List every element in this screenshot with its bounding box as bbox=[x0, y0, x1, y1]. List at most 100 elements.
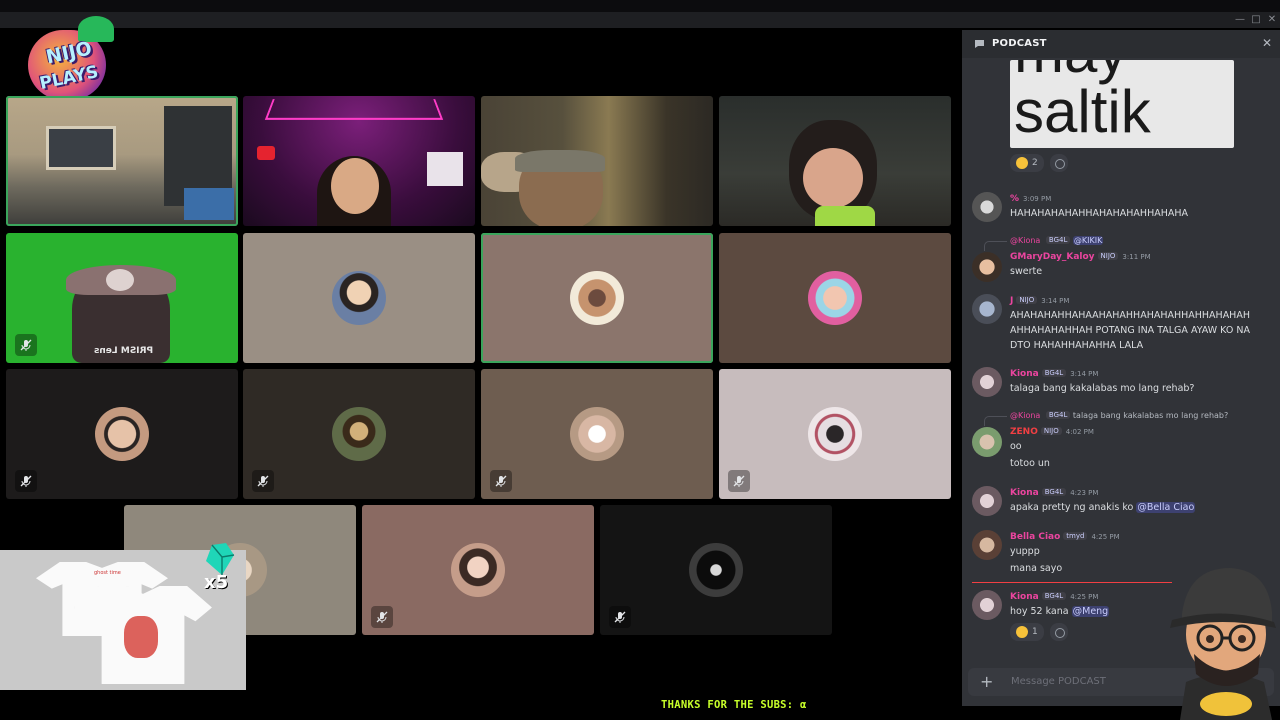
author-name[interactable]: ZENO bbox=[1010, 427, 1038, 437]
timestamp: 4:23 PM bbox=[1070, 489, 1099, 497]
stream-canvas: — □ ✕ NIJO PLAYS PRISM Lens ghost time x… bbox=[0, 0, 1280, 720]
avatar[interactable] bbox=[972, 427, 1002, 457]
role-tag: NIJO bbox=[1016, 296, 1038, 304]
composer-placeholder[interactable]: Message PODCAST bbox=[1011, 676, 1106, 687]
author-name[interactable]: % bbox=[1010, 194, 1019, 204]
role-tag: NIJO bbox=[1040, 427, 1062, 435]
user-mention[interactable]: @Bella Ciao bbox=[1136, 502, 1196, 513]
user-avatar bbox=[332, 407, 386, 461]
user-avatar bbox=[95, 407, 149, 461]
user-avatar bbox=[332, 271, 386, 325]
user-avatar bbox=[808, 271, 862, 325]
streamer-mascot bbox=[1168, 562, 1280, 720]
message-header: Kiona BG4L 4:23 PM bbox=[1010, 488, 1098, 500]
video-tile[interactable] bbox=[600, 505, 832, 635]
role-tag: NIJO bbox=[1097, 252, 1119, 260]
reply-text: @KIKIK bbox=[1072, 236, 1104, 245]
add-attachment-icon[interactable]: + bbox=[980, 672, 993, 691]
user-mention[interactable]: @Meng bbox=[1071, 606, 1110, 617]
video-tile[interactable] bbox=[243, 369, 475, 499]
video-tile[interactable]: PRISM Lens bbox=[6, 233, 238, 363]
titlebar-strip bbox=[0, 12, 1280, 28]
video-tile[interactable] bbox=[243, 96, 475, 226]
video-tile[interactable] bbox=[719, 233, 951, 363]
avatar[interactable] bbox=[972, 530, 1002, 560]
message-header: GMaryDay_Kaloy NIJO 3:11 PM bbox=[1010, 252, 1151, 264]
message-text: yuppp bbox=[1010, 546, 1040, 557]
reply-text: talaga bang kakalabas mo lang rehab? bbox=[1072, 411, 1229, 420]
author-name[interactable]: GMaryDay_Kaloy bbox=[1010, 252, 1095, 262]
muted-mic-icon bbox=[15, 470, 37, 492]
user-avatar bbox=[689, 543, 743, 597]
video-tile[interactable] bbox=[481, 96, 713, 226]
author-name[interactable]: Bella Ciao bbox=[1010, 532, 1060, 542]
timestamp: 4:25 PM bbox=[1070, 593, 1099, 601]
role-tag: BG4L bbox=[1041, 488, 1067, 496]
neon-light bbox=[264, 99, 444, 120]
room-monitor bbox=[184, 188, 234, 220]
user-avatar bbox=[570, 271, 624, 325]
image-text: saltik bbox=[1014, 78, 1151, 145]
reply-role-tag: BG4L bbox=[1045, 411, 1071, 419]
message-header: J NIJO 3:14 PM bbox=[1010, 296, 1069, 308]
video-tile[interactable] bbox=[362, 505, 594, 635]
reaction-chip[interactable]: 1 bbox=[1010, 623, 1044, 641]
avatar[interactable] bbox=[972, 486, 1002, 516]
author-name[interactable]: J bbox=[1010, 296, 1013, 306]
message-text: AHAHAHAHHAHAAHAHAHHAHAHAHHAHHAHAHAH bbox=[1010, 310, 1250, 321]
message-text: apaka pretty ng anakis ko @Bella Ciao bbox=[1010, 500, 1260, 515]
tshirt-brand-text: ghost time bbox=[94, 570, 121, 576]
video-tile[interactable] bbox=[6, 369, 238, 499]
avatar[interactable] bbox=[972, 590, 1002, 620]
reaction-chip[interactable]: 2 bbox=[1010, 154, 1044, 172]
chat-header: PODCAST ✕ bbox=[962, 30, 1280, 58]
role-tag: tmyd bbox=[1063, 532, 1088, 540]
avatar[interactable] bbox=[972, 192, 1002, 222]
close-icon[interactable]: ✕ bbox=[1262, 36, 1272, 50]
multiplier-label: x5 bbox=[204, 572, 229, 593]
reaction-count: 1 bbox=[1032, 627, 1038, 637]
video-tile[interactable] bbox=[243, 233, 475, 363]
person-face bbox=[803, 148, 863, 208]
close-window-icon[interactable]: ✕ bbox=[1265, 13, 1279, 27]
room-shelf bbox=[427, 152, 463, 186]
youtube-icon bbox=[257, 146, 275, 160]
video-tile[interactable] bbox=[6, 96, 238, 226]
reply-preview[interactable]: @Kiona BG4L talaga bang kakalabas mo lan… bbox=[983, 411, 1229, 426]
video-tile[interactable] bbox=[481, 369, 713, 499]
thread-icon bbox=[975, 40, 984, 48]
maximize-icon[interactable]: □ bbox=[1249, 13, 1263, 27]
video-tile[interactable] bbox=[719, 96, 951, 226]
reaction-count: 2 bbox=[1032, 158, 1038, 168]
author-name[interactable]: Kiona bbox=[1010, 592, 1039, 602]
video-tile[interactable] bbox=[719, 369, 951, 499]
author-name[interactable]: Kiona bbox=[1010, 488, 1039, 498]
message-text: DTO HAHAHHAHAHHA LALA bbox=[1010, 340, 1144, 351]
muted-mic-icon bbox=[609, 606, 631, 628]
reply-preview[interactable]: @Kiona BG4L @KIKIK bbox=[983, 236, 1104, 251]
message-text: oo bbox=[1010, 441, 1022, 452]
avatar[interactable] bbox=[972, 367, 1002, 397]
channel-logo: NIJO PLAYS bbox=[20, 16, 116, 106]
user-avatar bbox=[570, 407, 624, 461]
video-tile[interactable] bbox=[481, 233, 713, 363]
avatar[interactable] bbox=[972, 294, 1002, 324]
image-attachment[interactable]: may saltik bbox=[1010, 60, 1234, 148]
message-header: Kiona BG4L 3:14 PM bbox=[1010, 369, 1098, 381]
message-text: talaga bang kakalabas mo lang rehab? bbox=[1010, 383, 1195, 394]
muted-mic-icon bbox=[371, 606, 393, 628]
reply-author: @Kiona bbox=[1010, 236, 1041, 245]
message-body: hoy 52 kana bbox=[1010, 606, 1069, 617]
author-name[interactable]: Kiona bbox=[1010, 369, 1039, 379]
person-face bbox=[331, 158, 379, 214]
message-header: % 3:09 PM bbox=[1010, 194, 1051, 206]
minimize-icon[interactable]: — bbox=[1233, 13, 1247, 27]
add-reaction-icon[interactable] bbox=[1050, 154, 1068, 172]
add-reaction-icon[interactable] bbox=[1050, 623, 1068, 641]
person-shirt bbox=[815, 206, 875, 226]
reply-author: @Kiona bbox=[1010, 411, 1041, 420]
avatar[interactable] bbox=[972, 252, 1002, 282]
message-text: HAHAHAHAHAHHAHAHAHAHHAHAHA bbox=[1010, 208, 1188, 219]
person-cap bbox=[515, 150, 605, 172]
muted-mic-icon bbox=[728, 470, 750, 492]
